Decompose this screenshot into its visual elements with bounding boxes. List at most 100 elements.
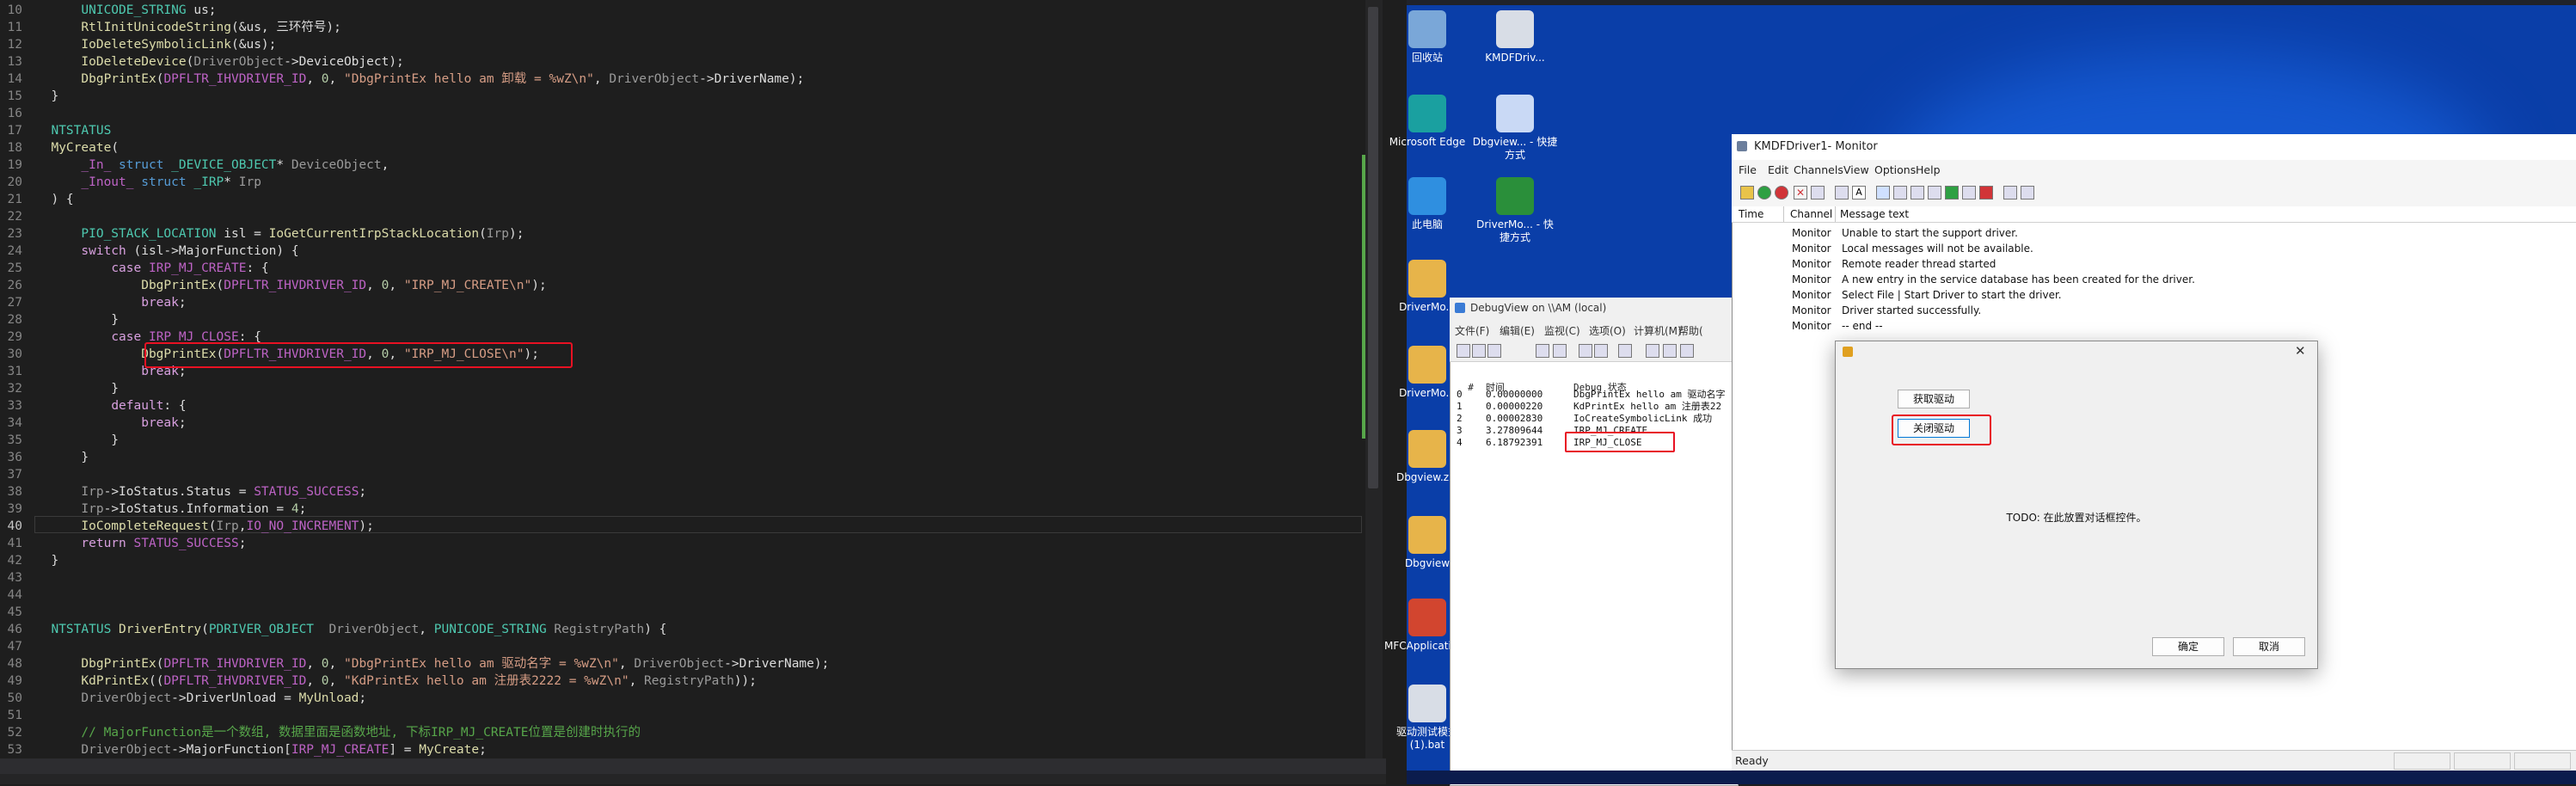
desktop-icon[interactable]: 此电脑: [1384, 177, 1470, 231]
arrow-right-icon[interactable]: [1553, 344, 1567, 358]
code-line[interactable]: 21 ) {: [0, 191, 1367, 208]
code-line[interactable]: 28 }: [0, 311, 1367, 329]
column-divider[interactable]: [1835, 206, 1836, 222]
print-icon[interactable]: [1487, 344, 1501, 358]
code-line[interactable]: 25 case IRP_MJ_CREATE: {: [0, 260, 1367, 277]
code-line[interactable]: 27 break;: [0, 294, 1367, 311]
menu-item[interactable]: 选项(O): [1589, 323, 1626, 338]
code-line[interactable]: 34 break;: [0, 414, 1367, 432]
code-line[interactable]: 49 KdPrintEx((DPFLTR_IHVDRIVER_ID, 0, "K…: [0, 672, 1367, 690]
cancel-button[interactable]: 取消: [2233, 637, 2305, 656]
column-divider[interactable]: [1783, 206, 1784, 222]
log-channel[interactable]: Monitor: [1792, 272, 1831, 287]
code-line[interactable]: 13 IoDeleteDevice(DriverObject->DeviceOb…: [0, 53, 1367, 71]
log-message[interactable]: Remote reader thread started: [1842, 256, 1996, 272]
code-line[interactable]: 17 NTSTATUS: [0, 122, 1367, 139]
autoscroll-icon[interactable]: [1680, 344, 1694, 358]
code-line[interactable]: 18 MyCreate(: [0, 139, 1367, 157]
clear-icon[interactable]: [1962, 186, 1976, 200]
log-channel[interactable]: Monitor: [1792, 287, 1831, 303]
col-channel[interactable]: Channel: [1790, 208, 1832, 220]
code-line[interactable]: 20 _Inout_ struct _IRP* Irp: [0, 174, 1367, 191]
code-line[interactable]: 43: [0, 569, 1367, 586]
code-line[interactable]: 41 return STATUS_SUCCESS;: [0, 535, 1367, 552]
menu-item[interactable]: Edit: [1768, 163, 1788, 176]
code-line[interactable]: 26 DbgPrintEx(DPFLTR_IHVDRIVER_ID, 0, "I…: [0, 277, 1367, 294]
delete-icon[interactable]: ✕: [1794, 186, 1807, 200]
menu-item[interactable]: Options: [1874, 163, 1916, 176]
autoscroll-icon[interactable]: [1876, 186, 1890, 200]
code-line[interactable]: 39 Irp->IoStatus.Information = 4;: [0, 500, 1367, 518]
code-line[interactable]: 33 default: {: [0, 397, 1367, 414]
capture-icon[interactable]: [1579, 344, 1592, 358]
desktop-icon[interactable]: DriverMo... - 快捷方式: [1472, 177, 1558, 244]
menu-item[interactable]: 文件(F): [1455, 323, 1489, 338]
log-message[interactable]: Select File | Start Driver to start the …: [1842, 287, 2062, 303]
save-icon[interactable]: [1835, 186, 1849, 200]
log-channel[interactable]: Monitor: [1792, 225, 1831, 241]
code-line[interactable]: 47: [0, 638, 1367, 655]
get-driver-button[interactable]: 获取驱动: [1898, 390, 1970, 408]
copy-icon[interactable]: [1893, 186, 1907, 200]
log-channel[interactable]: Monitor: [1792, 256, 1831, 272]
menu-item[interactable]: File: [1739, 163, 1757, 176]
font-icon[interactable]: A: [1852, 186, 1866, 200]
code-line[interactable]: 11 RtlInitUnicodeString(&us, 三环符号);: [0, 19, 1367, 36]
options-icon[interactable]: [1646, 344, 1659, 358]
log-message[interactable]: Unable to start the support driver.: [1842, 225, 2018, 241]
edit-icon[interactable]: [1928, 186, 1941, 200]
code-line[interactable]: 23 PIO_STACK_LOCATION isl = IoGetCurrent…: [0, 225, 1367, 243]
code-line[interactable]: 45: [0, 604, 1367, 621]
code-line[interactable]: 44: [0, 586, 1367, 604]
menu-item[interactable]: 监视(C): [1544, 323, 1580, 338]
code-line[interactable]: 10 UNICODE_STRING us;: [0, 2, 1367, 19]
code-line[interactable]: 35 }: [0, 432, 1367, 449]
window-icon[interactable]: [2021, 186, 2034, 200]
code-line[interactable]: 38 Irp->IoStatus.Status = STATUS_SUCCESS…: [0, 483, 1367, 500]
go-icon[interactable]: [1945, 186, 1959, 200]
stop-icon[interactable]: [1775, 186, 1788, 200]
desktop-icon[interactable]: Dbgview... - 快捷方式: [1472, 95, 1558, 162]
log-message[interactable]: Driver started successfully.: [1842, 303, 1981, 318]
code-line[interactable]: 15 }: [0, 88, 1367, 105]
menu-item[interactable]: View: [1843, 163, 1869, 176]
code-line[interactable]: 42 }: [0, 552, 1367, 569]
log-message[interactable]: Local messages will not be available.: [1842, 241, 2033, 256]
monitor-titlebar[interactable]: KMDFDriver1- Monitor: [1732, 134, 2576, 160]
desktop-icon[interactable]: KMDFDriv...: [1472, 10, 1558, 64]
clock-icon[interactable]: [1663, 344, 1677, 358]
code-line[interactable]: 19 _In_ struct _DEVICE_OBJECT* DeviceObj…: [0, 157, 1367, 174]
menu-item[interactable]: Channels: [1794, 163, 1843, 176]
desktop-icon[interactable]: 回收站: [1384, 10, 1470, 64]
code-line[interactable]: 22: [0, 208, 1367, 225]
code-line[interactable]: 14 DbgPrintEx(DPFLTR_IHVDRIVER_ID, 0, "D…: [0, 71, 1367, 88]
code-line[interactable]: 51: [0, 707, 1367, 724]
ok-button[interactable]: 确定: [2152, 637, 2224, 656]
desktop-icon[interactable]: Microsoft Edge: [1384, 95, 1470, 149]
find-icon[interactable]: [1536, 344, 1549, 358]
code-line[interactable]: 32 }: [0, 380, 1367, 397]
log-channel[interactable]: Monitor: [1792, 241, 1831, 256]
filter-icon[interactable]: [1594, 344, 1608, 358]
code-line[interactable]: 12 IoDeleteSymbolicLink(&us);: [0, 36, 1367, 53]
log-message[interactable]: -- end --: [1842, 318, 1883, 334]
col-time[interactable]: Time: [1739, 208, 1763, 220]
filter-icon[interactable]: [1979, 186, 1993, 200]
close-icon[interactable]: ✕: [2295, 343, 2306, 359]
code-line[interactable]: 48 DbgPrintEx(DPFLTR_IHVDRIVER_ID, 0, "D…: [0, 655, 1367, 672]
save-icon[interactable]: [1472, 344, 1486, 358]
debugview-titlebar[interactable]: DebugView on \\AM (local): [1450, 298, 1737, 320]
menu-item[interactable]: 帮助(: [1678, 323, 1703, 338]
code-line[interactable]: 40 IoCompleteRequest(Irp,IO_NO_INCREMENT…: [0, 518, 1367, 535]
log-message[interactable]: A new entry in the service database has …: [1842, 272, 2195, 287]
find-icon[interactable]: [1911, 186, 1924, 200]
col-message[interactable]: Message text: [1840, 208, 1909, 220]
start-icon[interactable]: [1757, 186, 1771, 200]
code-line[interactable]: 16: [0, 105, 1367, 122]
log-channel[interactable]: Monitor: [1792, 318, 1831, 334]
code-line[interactable]: 52 // MajorFunction是一个数组, 数据里面是函数地址, 下标I…: [0, 724, 1367, 741]
open-icon[interactable]: [1740, 186, 1754, 200]
code-line[interactable]: 36 }: [0, 449, 1367, 466]
highlight-icon[interactable]: [1618, 344, 1632, 358]
editor-horizontal-scrollbar[interactable]: [0, 774, 1386, 784]
